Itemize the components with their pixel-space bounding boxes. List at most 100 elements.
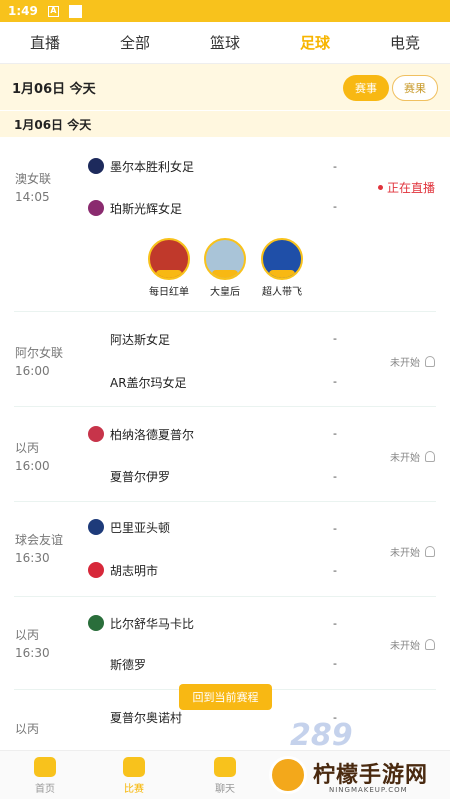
bell-icon[interactable] [425, 639, 435, 650]
back-to-current-button[interactable]: 回到当前赛程 [179, 684, 272, 710]
match-status-label: 未开始 [390, 358, 420, 369]
home-team-name: 比尔舒华马卡比 [110, 616, 195, 631]
away-team-name: 珀斯光辉女足 [110, 201, 183, 216]
live-status[interactable]: 正在直播 [378, 179, 435, 196]
live-status-label: 正在直播 [387, 181, 436, 195]
away-score: - [333, 200, 337, 213]
nav-match[interactable]: 比赛 [114, 757, 154, 795]
home-team: 阿达斯女足 [88, 329, 170, 349]
league-name: 以丙 [15, 628, 40, 642]
nav-home-label: 首页 [35, 784, 55, 795]
tab-live[interactable]: 直播 [0, 32, 90, 53]
nav-home[interactable]: 首页 [25, 757, 65, 795]
team-logo-icon [88, 200, 104, 216]
league-name: 球会友谊 [15, 533, 64, 547]
anchor-item[interactable]: 大皇后 [195, 238, 255, 298]
status-time: 1:49 [8, 4, 38, 18]
home-team: 柏纳洛德夏普尔 [88, 424, 194, 444]
away-team-name: 夏普尔伊罗 [110, 469, 171, 484]
match-status-label: 未开始 [390, 641, 420, 652]
match-time: 14:05 [15, 190, 50, 204]
away-team: 斯德罗 [88, 654, 146, 674]
notification-box-icon [68, 4, 82, 18]
home-icon [34, 757, 56, 777]
anchor-avatar-icon [148, 238, 190, 280]
away-team: 夏普尔伊罗 [88, 466, 170, 486]
home-score: - [333, 160, 337, 173]
league-name: 阿尔女联 [15, 346, 64, 360]
match-time: 16:30 [15, 551, 50, 565]
match-row[interactable]: 球会友谊 16:30 巴里亚头顿 胡志明市 - - 未开始 [0, 502, 450, 597]
home-team-name: 阿达斯女足 [110, 332, 171, 347]
result-button[interactable]: 赛果 [392, 75, 438, 101]
anchor-item[interactable]: 每日红单 [139, 238, 199, 298]
league-name: 以丙 [15, 441, 40, 455]
match-row[interactable]: 以丙 16:00 柏纳洛德夏普尔 夏普尔伊罗 - - 未开始 [0, 407, 450, 502]
home-score: - [333, 332, 337, 345]
notification-icon: A [47, 5, 59, 17]
match-time: 16:30 [15, 646, 50, 660]
away-team-name: AR盖尔玛女足 [110, 375, 187, 390]
watermark-text: 柠檬手游网 [313, 763, 429, 788]
away-team: 胡志明市 [88, 560, 158, 580]
home-team: 夏普尔奥诺村 [88, 707, 182, 727]
away-team-name: 斯德罗 [110, 657, 147, 672]
nav-chat[interactable]: 聊天 [205, 757, 245, 795]
match-status[interactable]: 未开始 [390, 637, 435, 652]
away-score: - [333, 564, 337, 577]
away-team-name: 胡志明市 [110, 563, 159, 578]
nav-chat-label: 聊天 [215, 784, 235, 795]
nav-match-label: 比赛 [124, 784, 144, 795]
match-row[interactable]: 以丙 16:30 比尔舒华马卡比 斯德罗 - - 未开始 [0, 597, 450, 690]
chat-icon [214, 757, 236, 777]
status-bar: 1:49 A [0, 0, 450, 22]
top-tab-bar: 直播 全部 篮球 足球 电竞 [0, 22, 450, 64]
match-status-label: 未开始 [390, 548, 420, 559]
tab-basketball[interactable]: 篮球 [180, 32, 270, 53]
anchor-name: 每日红单 [149, 287, 189, 298]
away-team: AR盖尔玛女足 [88, 372, 187, 392]
home-team: 比尔舒华马卡比 [88, 613, 194, 633]
section-date-header: 1月06日 今天 [0, 111, 450, 137]
match-time: 16:00 [15, 459, 50, 473]
tab-football[interactable]: 足球 [270, 32, 360, 53]
away-score: - [333, 470, 337, 483]
anchor-name: 大皇后 [210, 287, 240, 298]
watermark: 柠檬手游网 NINGMAKEUP.COM [263, 752, 450, 799]
bell-icon[interactable] [425, 451, 435, 462]
tab-esports[interactable]: 电竞 [360, 32, 450, 53]
home-team-name: 墨尔本胜利女足 [110, 159, 195, 174]
tab-all[interactable]: 全部 [90, 32, 180, 53]
home-score: - [333, 427, 337, 440]
bell-icon[interactable] [425, 546, 435, 557]
superman-avatar-icon [261, 238, 303, 280]
home-team: 墨尔本胜利女足 [88, 156, 194, 176]
match-status[interactable]: 未开始 [390, 449, 435, 464]
away-score: - [333, 657, 337, 670]
league-name: 以丙 [15, 722, 40, 736]
date-bar: 1月06日 今天 赛事 赛果 [0, 64, 450, 110]
away-team: 珀斯光辉女足 [88, 198, 182, 218]
match-status[interactable]: 未开始 [390, 354, 435, 369]
home-team: 巴里亚头顿 [88, 517, 170, 537]
match-row[interactable]: 阿尔女联 16:00 阿达斯女足 AR盖尔玛女足 - - 未开始 [0, 312, 450, 407]
date-selector[interactable]: 1月06日 今天 [12, 78, 96, 97]
anchor-avatar-icon [204, 238, 246, 280]
away-score: - [333, 375, 337, 388]
team-logo-icon [88, 158, 104, 174]
watermark-subtext: NINGMAKEUP.COM [329, 786, 408, 794]
schedule-button[interactable]: 赛事 [343, 75, 389, 101]
anchor-item[interactable]: 超人带飞 [252, 238, 312, 298]
live-dot-icon [378, 185, 383, 190]
team-logo-icon [88, 615, 104, 631]
team-logo-icon [88, 426, 104, 442]
watermark-overlay: 289 [290, 718, 353, 753]
home-team-name: 夏普尔奥诺村 [110, 710, 183, 725]
bell-icon[interactable] [425, 356, 435, 367]
match-status[interactable]: 未开始 [390, 544, 435, 559]
anchor-name: 超人带飞 [262, 287, 302, 298]
team-logo-icon [88, 519, 104, 535]
match-time: 16:00 [15, 364, 50, 378]
match-status-label: 未开始 [390, 453, 420, 464]
match-icon [123, 757, 145, 777]
